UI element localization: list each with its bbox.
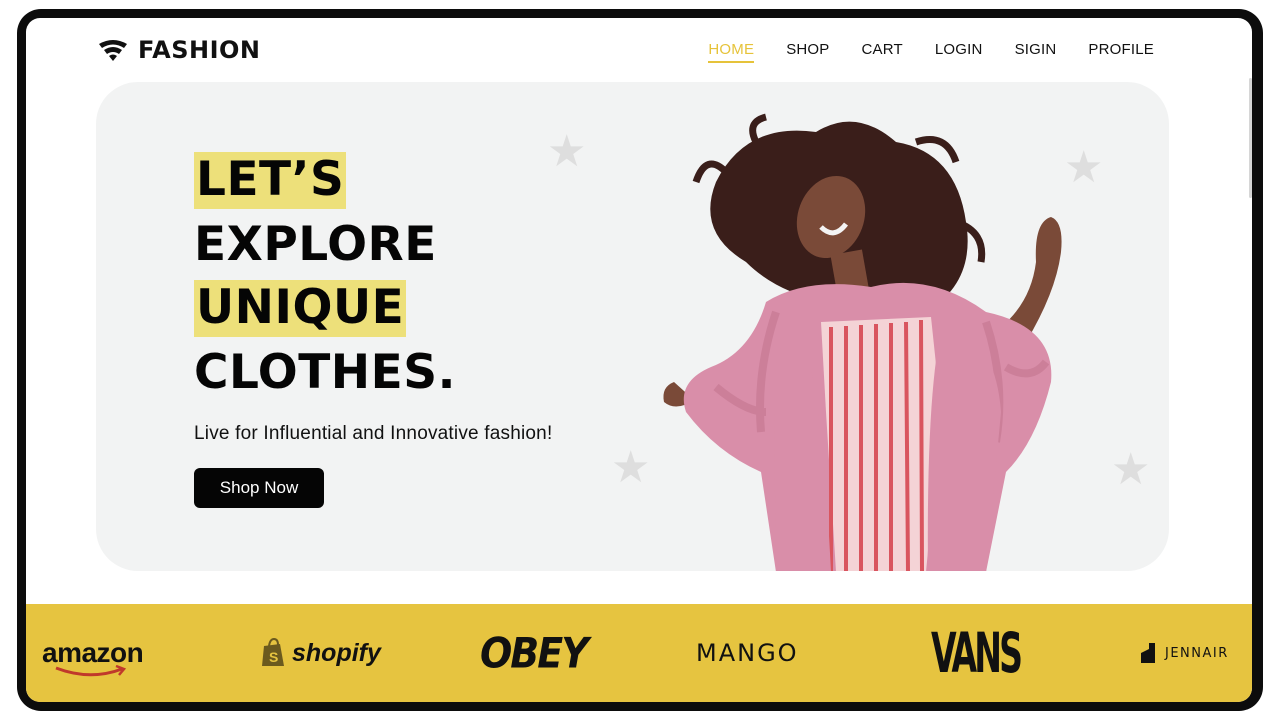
brand-jennair[interactable]: JENNAIR <box>1139 604 1229 702</box>
nav-profile[interactable]: PROFILE <box>1088 41 1154 63</box>
shop-now-button[interactable]: Shop Now <box>194 468 324 508</box>
brand-label: VANS <box>931 620 1023 686</box>
brand-label: OBEY <box>480 628 589 678</box>
nav-signin[interactable]: SIGIN <box>1015 41 1057 63</box>
brand-strip: amazon S shopify OBEY MANGO VANS JENNAIR <box>26 604 1252 702</box>
nav-login[interactable]: LOGIN <box>935 41 983 63</box>
star-decoration-icon: ★ <box>611 442 651 493</box>
scrollbar[interactable] <box>1249 78 1252 198</box>
model-image <box>663 113 1062 571</box>
brand-amazon[interactable]: amazon <box>42 604 144 702</box>
star-decoration-icon: ★ <box>1111 444 1151 495</box>
nav-cart[interactable]: CART <box>862 41 903 63</box>
main-nav: HOME SHOP CART LOGIN SIGIN PROFILE <box>708 41 1154 63</box>
brand-logo[interactable]: FASHION <box>98 36 261 64</box>
brand-label: JENNAIR <box>1165 645 1229 661</box>
wifi-fan-icon <box>98 38 128 62</box>
star-decoration-icon: ★ <box>547 126 587 177</box>
brand-label: amazon <box>42 637 144 668</box>
brand-label: MANGO <box>696 639 799 667</box>
hero-tagline: Live for Influential and Innovative fash… <box>194 423 553 444</box>
nav-home[interactable]: HOME <box>708 41 755 63</box>
hero-banner: ★ ★ ★ ★ LET’S EXPLORE UNIQUE CLOTHES. Li… <box>96 82 1169 571</box>
device-frame: FASHION HOME SHOP CART LOGIN SIGIN PROFI… <box>17 9 1263 711</box>
amazon-smile-icon <box>55 665 127 677</box>
headline-line: CLOTHES. <box>194 344 456 400</box>
browser-screen: FASHION HOME SHOP CART LOGIN SIGIN PROFI… <box>26 18 1252 702</box>
headline-line: EXPLORE <box>194 216 437 272</box>
brand-name: FASHION <box>138 36 261 64</box>
brand-mango[interactable]: MANGO <box>696 604 799 702</box>
brand-label: shopify <box>292 638 381 667</box>
svg-text:S: S <box>269 649 278 665</box>
brand-vans[interactable]: VANS <box>931 604 1055 702</box>
nav-shop[interactable]: SHOP <box>786 41 829 63</box>
brand-obey[interactable]: OBEY <box>480 604 589 702</box>
shopify-bag-icon: S <box>262 638 284 666</box>
headline-line: LET’S <box>194 151 347 209</box>
hero-headline: LET’S EXPLORE UNIQUE CLOTHES. <box>194 148 456 404</box>
jennair-logo-icon <box>1141 643 1155 663</box>
brand-shopify[interactable]: S shopify <box>260 604 381 702</box>
headline-line: UNIQUE <box>194 279 407 337</box>
